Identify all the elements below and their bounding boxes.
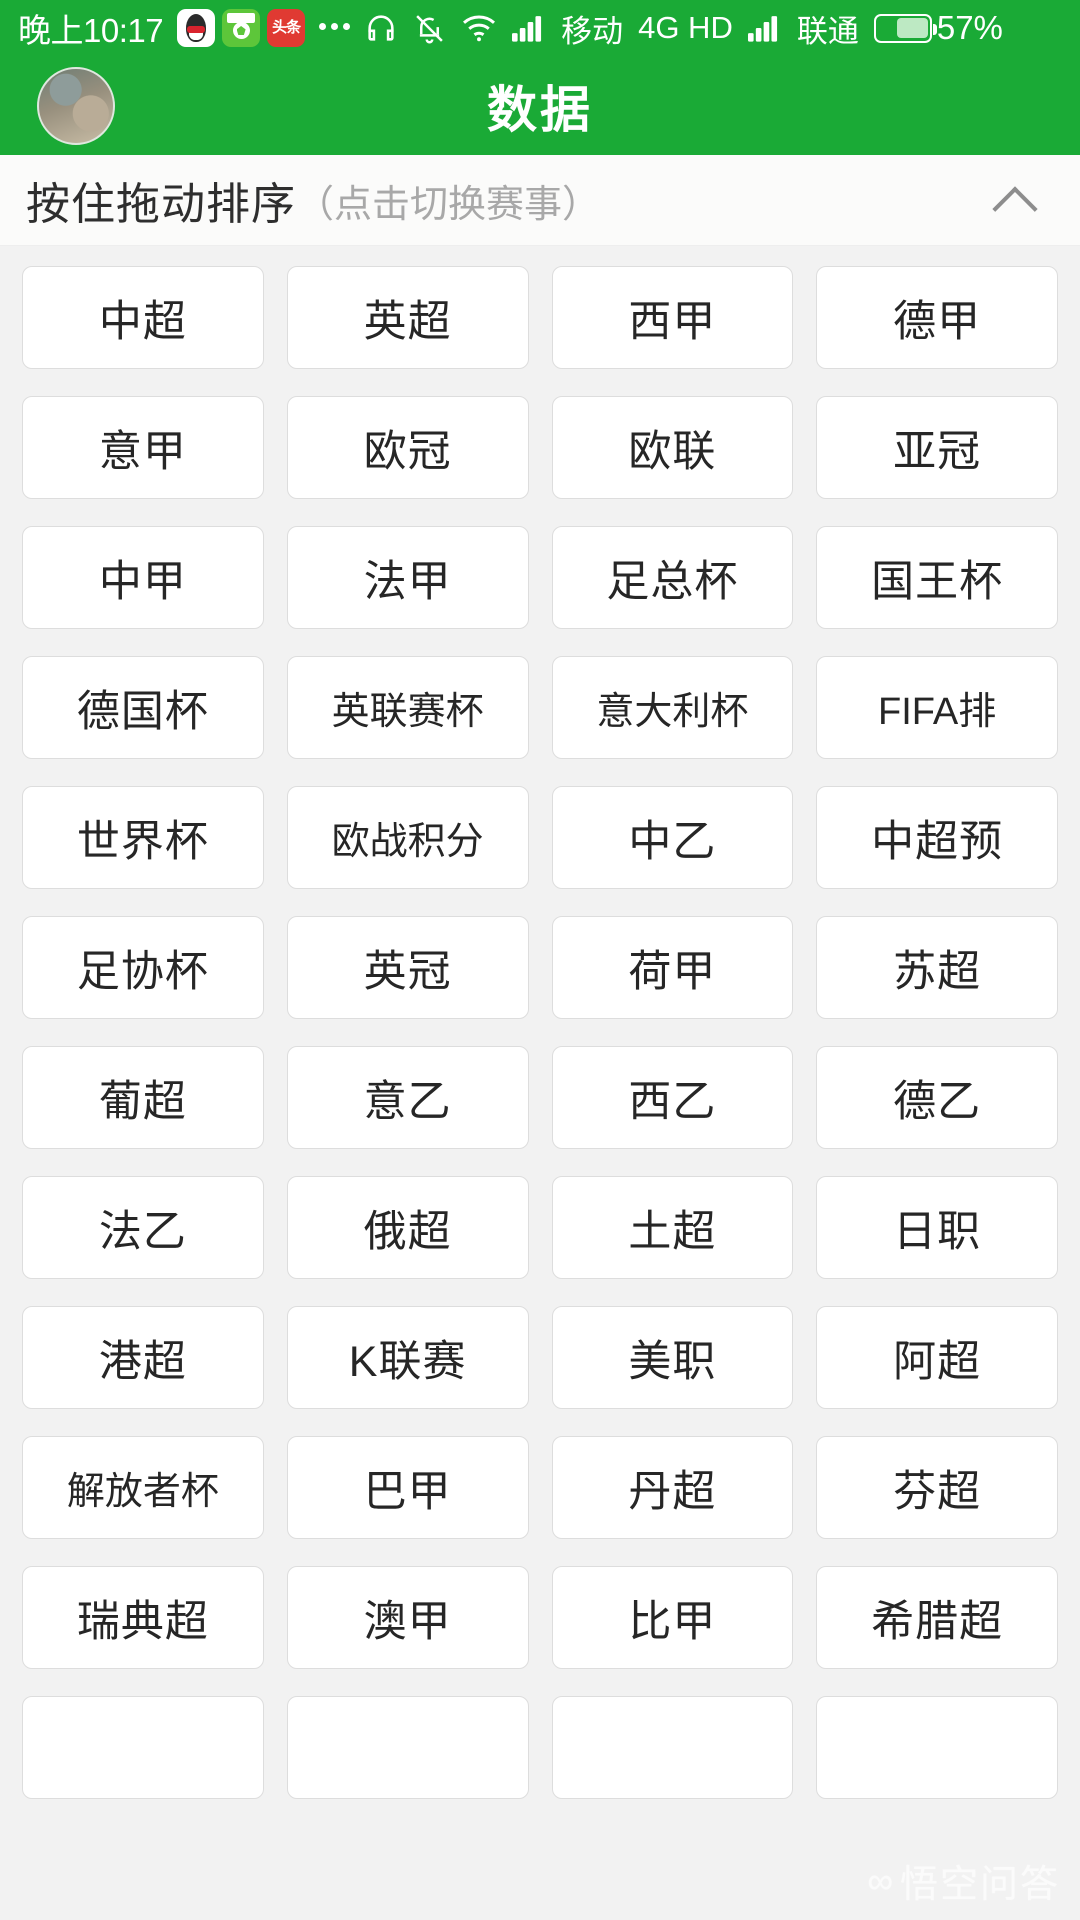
league-button[interactable]: 土超 [551, 1176, 794, 1279]
league-button[interactable]: K联赛 [286, 1306, 529, 1409]
league-button[interactable]: 西甲 [551, 266, 794, 369]
league-button[interactable]: 葡超 [22, 1046, 264, 1149]
league-button[interactable]: 苏超 [816, 916, 1058, 1019]
league-button[interactable] [22, 1696, 264, 1799]
bell-muted-icon [413, 12, 446, 45]
network-type-label: 4G HD [638, 10, 733, 45]
league-button[interactable]: 希腊超 [816, 1566, 1058, 1669]
league-button[interactable]: 西乙 [551, 1046, 794, 1149]
league-button[interactable]: 英冠 [286, 916, 529, 1019]
qq-icon [177, 9, 216, 47]
page-title: 数据 [487, 81, 593, 138]
league-button[interactable]: FIFA排 [816, 656, 1058, 759]
league-button[interactable]: 国王杯 [816, 526, 1058, 629]
league-button[interactable]: 港超 [22, 1306, 264, 1409]
league-button[interactable]: 俄超 [286, 1176, 529, 1279]
status-bar: 晚上10:17 头条 移动 4G HD 联通 57% [0, 0, 1080, 56]
league-button[interactable]: 欧冠 [286, 396, 529, 499]
battery-percent-label: 57% [936, 9, 1003, 46]
football-app-icon [222, 9, 261, 47]
league-button[interactable]: 意大利杯 [551, 656, 794, 759]
sort-hint-bar[interactable]: 按住拖动排序 （点击切换赛事） [0, 155, 1080, 246]
carrier-primary-label: 移动 [561, 13, 624, 49]
app-header: 数据 [0, 56, 1080, 155]
league-button[interactable]: 澳甲 [286, 1566, 529, 1669]
league-button[interactable]: 世界杯 [22, 786, 264, 889]
league-button[interactable]: 中乙 [551, 786, 794, 889]
league-button[interactable]: 意乙 [286, 1046, 529, 1149]
chevron-up-icon[interactable] [992, 177, 1038, 223]
app-root: 晚上10:17 头条 移动 4G HD 联通 57% 数据 按住拖动排序 （点击… [0, 0, 1080, 1920]
overflow-dots-icon [319, 22, 351, 34]
league-button[interactable]: 英超 [286, 266, 529, 369]
league-button[interactable]: 阿超 [816, 1306, 1058, 1409]
league-button[interactable]: 英联赛杯 [286, 656, 529, 759]
league-button[interactable]: 德乙 [816, 1046, 1058, 1149]
league-button[interactable] [816, 1696, 1058, 1799]
signal-icon-1 [512, 14, 546, 42]
league-button[interactable]: 足协杯 [22, 916, 264, 1019]
avatar[interactable] [37, 66, 115, 145]
league-button[interactable]: 法乙 [22, 1176, 264, 1279]
league-button[interactable]: 中超 [22, 266, 264, 369]
league-button[interactable]: 欧战积分 [286, 786, 529, 889]
league-button[interactable]: 德甲 [816, 266, 1058, 369]
headphone-icon [364, 11, 398, 45]
league-button[interactable]: 丹超 [551, 1436, 794, 1539]
league-button[interactable]: 芬超 [816, 1436, 1058, 1539]
league-button[interactable]: 日职 [816, 1176, 1058, 1279]
league-button[interactable] [551, 1696, 794, 1799]
toutiao-icon: 头条 [267, 9, 306, 47]
league-button[interactable]: 中超预 [816, 786, 1058, 889]
league-grid-container: 中超 英超 西甲 德甲意甲 欧冠 欧联 亚冠中甲 法甲 足总杯 国王杯德国杯 英联赛杯 意大利杯 FIF… [0, 246, 1080, 1919]
league-button[interactable]: 亚冠 [816, 396, 1058, 499]
league-grid: 中超 英超 西甲 德甲意甲 欧冠 欧联 亚冠中甲 法甲 足总杯 国王杯德国杯 英联赛杯 意大利杯 FIF… [22, 266, 1058, 1799]
league-button[interactable]: 荷甲 [551, 916, 794, 1019]
league-button[interactable]: 德国杯 [22, 656, 264, 759]
sort-hint-main-label: 按住拖动排序 [26, 180, 296, 229]
carrier-secondary-label: 联通 [796, 13, 859, 49]
league-button[interactable]: 解放者杯 [22, 1436, 264, 1539]
wifi-icon [461, 13, 497, 43]
battery-icon [873, 13, 937, 43]
league-button[interactable]: 意甲 [22, 396, 264, 499]
league-button[interactable]: 比甲 [551, 1566, 794, 1669]
league-button[interactable]: 法甲 [286, 526, 529, 629]
status-time: 晚上10:17 [18, 12, 164, 49]
league-button[interactable]: 欧联 [551, 396, 794, 499]
league-button[interactable] [286, 1696, 529, 1799]
league-button[interactable]: 巴甲 [286, 1436, 529, 1539]
league-button[interactable]: 瑞典超 [22, 1566, 264, 1669]
league-button[interactable]: 足总杯 [551, 526, 794, 629]
signal-icon-2 [747, 14, 782, 42]
league-button[interactable]: 中甲 [22, 526, 264, 629]
sort-hint-sub-label: （点击切换赛事） [296, 183, 601, 226]
league-button[interactable]: 美职 [551, 1306, 794, 1409]
